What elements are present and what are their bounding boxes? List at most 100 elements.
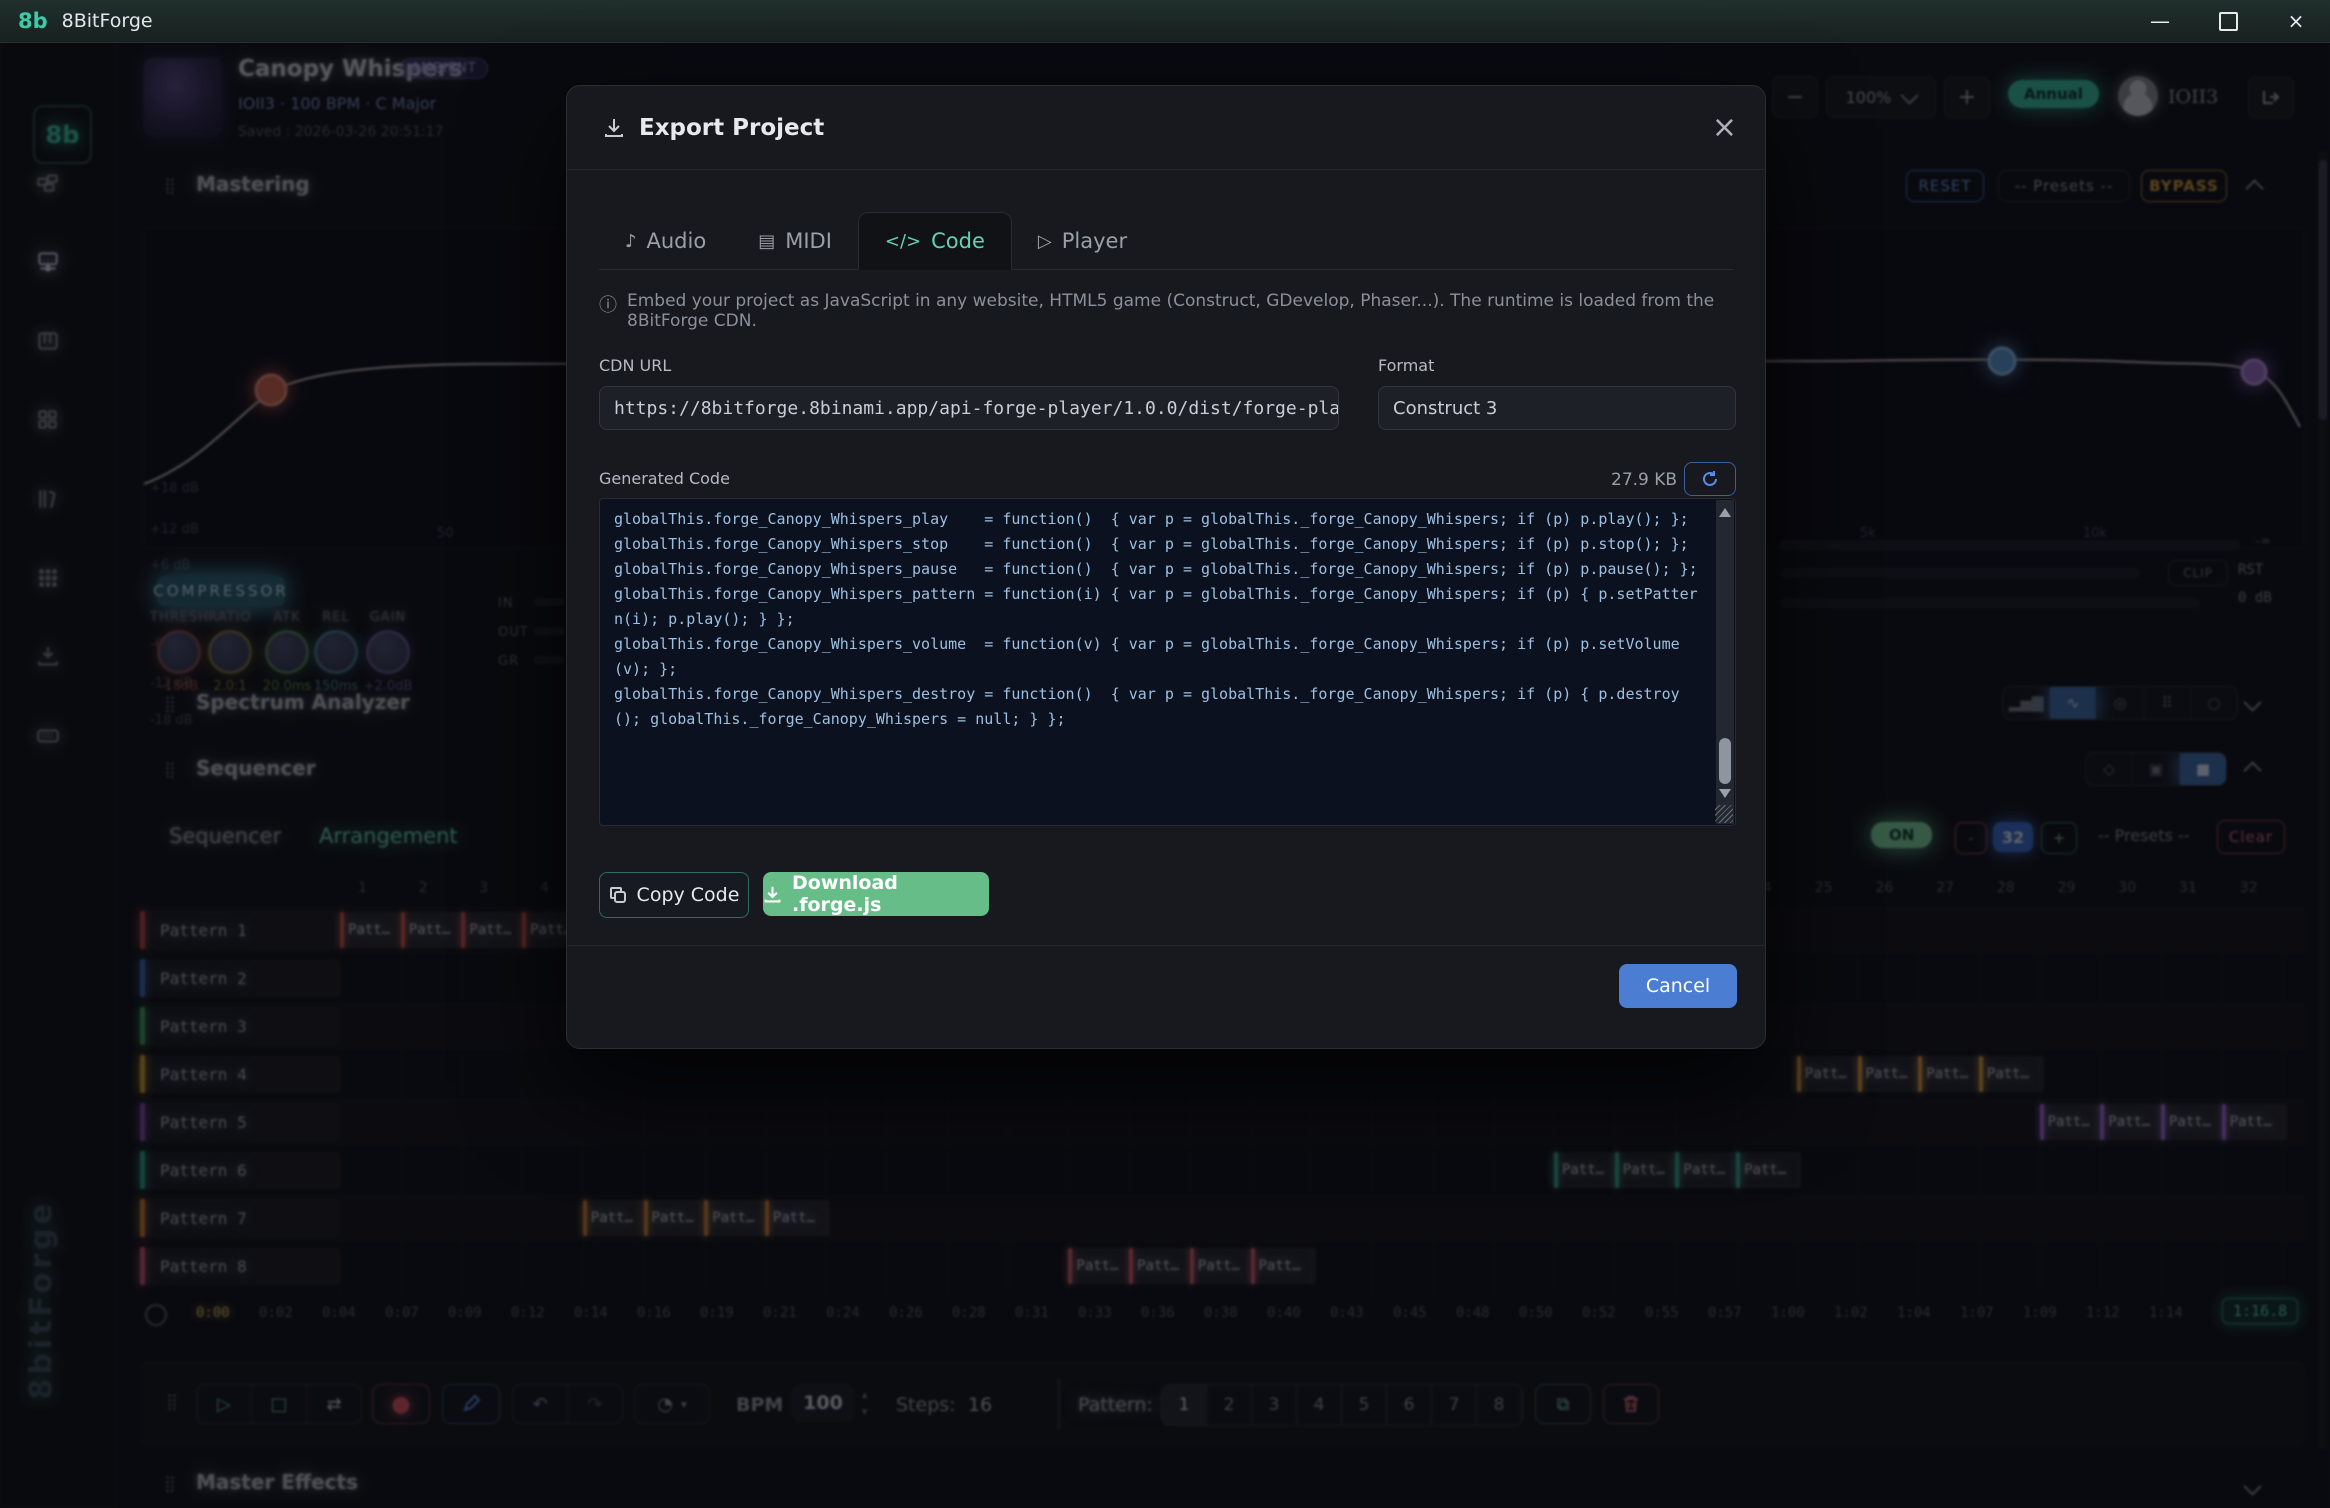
pattern-clip[interactable]: Patt…	[765, 1200, 830, 1236]
mixer-slider[interactable]	[1780, 540, 2240, 550]
pattern-clip[interactable]: Patt…	[401, 912, 466, 948]
clear-button[interactable]: Clear	[2217, 820, 2285, 854]
reset-button[interactable]: RESET	[1906, 170, 1984, 202]
export-icon[interactable]	[2248, 76, 2294, 118]
knob-thresh[interactable]: THRESH-18dB	[150, 610, 208, 694]
pattern-row-label[interactable]: Pattern 2	[140, 959, 340, 997]
play-button[interactable]: ▷	[197, 1385, 252, 1423]
pattern-row-label[interactable]: Pattern 7	[140, 1199, 340, 1237]
pattern-row-label[interactable]: Pattern 6	[140, 1151, 340, 1189]
pattern-row-label[interactable]: Pattern 1	[140, 911, 340, 949]
piano-icon[interactable]	[33, 328, 81, 368]
compressor-button[interactable]: COMPRESSOR	[157, 576, 285, 606]
tab-midi[interactable]: ▤MIDI	[732, 213, 858, 269]
rst-button[interactable]: RST	[2238, 562, 2263, 578]
pattern-clip[interactable]: Patt…	[1797, 1056, 1862, 1092]
collapse-chevron-icon[interactable]	[2248, 180, 2261, 199]
pattern-clip[interactable]: Patt…	[1190, 1248, 1255, 1284]
mastering-presets-dropdown[interactable]: -- Presets --	[1998, 170, 2130, 202]
timeline-ruler[interactable]: 0:000:020:040:070:090:120:140:160:190:21…	[0, 1305, 2330, 1327]
quantize-dropdown[interactable]: ◔ ▾	[634, 1384, 710, 1424]
collapse-chevron-icon[interactable]	[2246, 762, 2259, 781]
loop-button[interactable]: ⇄	[307, 1385, 361, 1423]
undo-button[interactable]: ↶	[513, 1385, 568, 1423]
knob-dial[interactable]	[314, 630, 358, 674]
copy-code-button[interactable]: Copy Code	[599, 872, 749, 918]
pattern-clip[interactable]: Patt…	[461, 912, 526, 948]
sequencer-presets-dropdown[interactable]: -- Presets --	[2098, 826, 2190, 845]
edit-button[interactable]	[442, 1384, 500, 1424]
redo-button[interactable]: ↷	[568, 1385, 622, 1423]
pattern-button-5[interactable]: 5	[1342, 1385, 1387, 1425]
pattern-clip[interactable]: Patt…	[1068, 1248, 1133, 1284]
cdn-url-input[interactable]: https://8bitforge.8binami.app/api-forge-…	[599, 386, 1339, 430]
collapse-chevron-icon[interactable]	[2246, 1478, 2259, 1497]
seg-option[interactable]: ◇	[2086, 753, 2133, 785]
pattern-row-label[interactable]: Pattern 4	[140, 1055, 340, 1093]
spectrum-mode-switcher[interactable]: ▂▅▇∿◎⠿○	[2002, 686, 2238, 720]
duplicate-pattern-button[interactable]: ⧉	[1535, 1384, 1591, 1424]
pattern-clip[interactable]: Patt…	[1979, 1056, 2044, 1092]
zoom-in-button[interactable]: +	[1944, 76, 1990, 118]
tab-player[interactable]: ▷Player	[1012, 213, 1153, 269]
minimize-button[interactable]: —	[2126, 0, 2194, 42]
pattern-clip[interactable]: Patt…	[704, 1200, 769, 1236]
knob-rel[interactable]: REL150ms	[307, 610, 365, 694]
download-icon[interactable]	[33, 644, 81, 684]
drag-handle-icon[interactable]: ⣿	[164, 1474, 177, 1493]
app-scrollbar[interactable]	[2318, 150, 2328, 1450]
mastering-icon[interactable]	[33, 249, 81, 289]
knob-ratio[interactable]: RATIO2.0:1	[201, 610, 259, 694]
pattern-clip[interactable]: Patt…	[340, 912, 405, 948]
drag-handle-icon[interactable]: ⣿	[164, 176, 177, 195]
knob-atk[interactable]: ATK20.0ms	[258, 610, 316, 694]
grid-icon[interactable]	[33, 407, 81, 447]
sequencer-mode-switcher[interactable]: ◇▣■	[2085, 752, 2227, 786]
pattern-button-7[interactable]: 7	[1432, 1385, 1477, 1425]
keyboard-icon[interactable]	[33, 723, 81, 763]
seg-option[interactable]: ⠿	[2144, 687, 2191, 719]
close-icon[interactable]: ×	[1712, 110, 1737, 145]
code-scrollbar[interactable]	[1716, 500, 1734, 824]
mixer-slider[interactable]	[1780, 598, 2200, 608]
avatar[interactable]	[2118, 76, 2158, 116]
pattern-button-3[interactable]: 3	[1252, 1385, 1297, 1425]
pattern-clip[interactable]: Patt…	[1554, 1152, 1619, 1188]
seg-option[interactable]: ◎	[2097, 687, 2144, 719]
close-window-button[interactable]: ×	[2262, 0, 2330, 42]
refresh-button[interactable]	[1684, 462, 1736, 496]
pattern-clip[interactable]: Patt…	[1251, 1248, 1316, 1284]
pattern-clip[interactable]: Patt…	[644, 1200, 709, 1236]
pattern-clip[interactable]: Patt…	[583, 1200, 648, 1236]
pattern-clip[interactable]: Patt…	[1129, 1248, 1194, 1284]
scroll-up-arrow[interactable]	[1719, 508, 1731, 517]
clip-button[interactable]: CLIP	[2168, 560, 2228, 586]
scrollbar-thumb[interactable]	[1719, 738, 1731, 784]
pattern-clip[interactable]: Patt…	[1675, 1152, 1740, 1188]
pattern-button-1[interactable]: 1	[1162, 1385, 1207, 1425]
pattern-button-8[interactable]: 8	[1477, 1385, 1522, 1425]
drag-handle-icon[interactable]: ⣿	[164, 694, 177, 713]
zoom-level-dropdown[interactable]: 100%	[1826, 76, 1936, 118]
record-button[interactable]: ●	[372, 1384, 430, 1424]
pattern-button-2[interactable]: 2	[1207, 1385, 1252, 1425]
length-decrease-button[interactable]: -	[1955, 822, 1987, 854]
tab-sequencer[interactable]: Sequencer	[169, 824, 281, 848]
tab-arrangement[interactable]: Arrangement	[319, 824, 458, 848]
knob-gain[interactable]: GAIN+2.0dB	[359, 610, 417, 694]
seg-option[interactable]: ○	[2191, 687, 2237, 719]
pattern-clip[interactable]: Patt…	[1918, 1056, 1983, 1092]
seg-option[interactable]: ■	[2180, 753, 2226, 785]
resize-grip[interactable]	[1715, 805, 1733, 823]
dots-icon[interactable]	[33, 565, 81, 605]
stop-button[interactable]: □	[252, 1385, 307, 1423]
zoom-out-button[interactable]: −	[1772, 76, 1818, 118]
pattern-clip[interactable]: Patt…	[1615, 1152, 1680, 1188]
bpm-stepper[interactable]: ▴▾	[862, 1386, 868, 1420]
scroll-down-arrow[interactable]	[1719, 789, 1731, 798]
seg-option[interactable]: ▣	[2133, 753, 2180, 785]
pattern-row-label[interactable]: Pattern 8	[140, 1247, 340, 1285]
on-toggle[interactable]: ON	[1871, 822, 1932, 848]
pattern-clip[interactable]: Patt…	[2100, 1104, 2165, 1140]
pattern-row-label[interactable]: Pattern 5	[140, 1103, 340, 1141]
